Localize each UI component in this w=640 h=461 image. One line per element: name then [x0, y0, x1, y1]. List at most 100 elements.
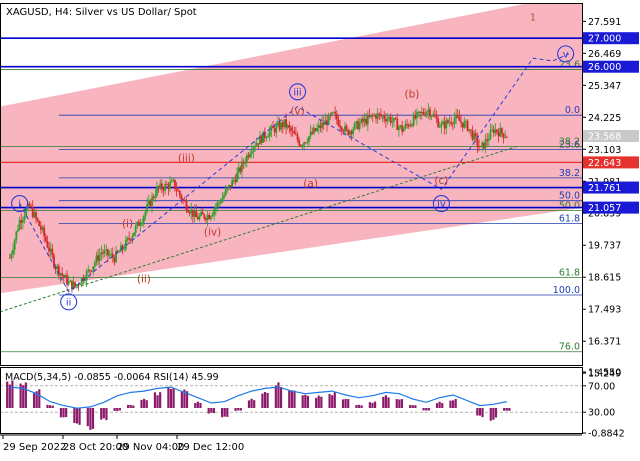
candle-body: [365, 118, 368, 125]
candle-body: [172, 179, 175, 181]
candle-body: [10, 254, 13, 258]
candle-body: [358, 122, 361, 130]
candle-body: [411, 124, 413, 126]
candle-body: [353, 123, 356, 130]
fib-label: 76.0: [559, 342, 580, 353]
candle-body: [174, 179, 176, 189]
candle-body: [216, 202, 219, 207]
candle-body: [491, 129, 493, 131]
candle-body: [156, 186, 158, 196]
candle-body: [466, 120, 469, 131]
candle-body: [38, 220, 41, 227]
macd-label: MACD(5,34,5) -0.0855 -0.0064 RSI(14) 45.…: [5, 372, 219, 383]
candle-body: [317, 125, 320, 129]
candle-body: [456, 114, 459, 118]
candle-body: [424, 114, 426, 116]
candle-body: [433, 114, 436, 117]
candle-body: [214, 206, 217, 210]
candle-body: [273, 128, 276, 133]
candle-body: [164, 183, 167, 191]
candle-body: [144, 211, 147, 216]
candle-body: [298, 139, 301, 146]
candle-body: [17, 229, 19, 232]
candle-body: [347, 129, 350, 135]
candle-body: [178, 190, 181, 196]
candle-body: [28, 203, 31, 206]
candle-body: [429, 109, 431, 117]
candle-body: [232, 179, 235, 181]
candle-body: [268, 130, 271, 137]
candle-body: [39, 226, 42, 230]
price-tick-label: 17.493: [588, 305, 621, 316]
time-tick-label: 29 Sep 2022: [3, 442, 66, 453]
candle-body: [435, 116, 438, 119]
candle-body: [265, 137, 268, 139]
candle-body: [198, 215, 201, 220]
candle-body: [415, 112, 418, 119]
candle-body: [334, 112, 337, 114]
candle-body: [139, 224, 142, 226]
fib-label: 38.2: [559, 168, 580, 179]
wave-label-red: (i): [122, 218, 133, 230]
candle-body: [469, 129, 472, 131]
candle-body: [142, 215, 145, 223]
wave-label-red: (iv): [204, 227, 221, 239]
candle-body: [432, 114, 435, 117]
wave-label-blue: v: [563, 49, 569, 60]
fib-label: 100.0: [553, 285, 580, 296]
candle-body: [12, 249, 14, 255]
candle-body: [295, 133, 297, 135]
candle-body: [89, 269, 91, 271]
candle-body: [461, 122, 464, 128]
price-tick-label: 23.103: [588, 145, 621, 156]
candle-body: [471, 130, 474, 140]
candle-body: [427, 109, 430, 113]
candle-body: [84, 280, 86, 282]
candle-body: [399, 125, 402, 127]
candle-body: [291, 131, 294, 132]
candle-body: [92, 266, 95, 272]
candle-body: [357, 121, 359, 130]
candle-body: [430, 116, 433, 118]
candle-body: [206, 214, 209, 221]
candle-body: [339, 125, 341, 128]
candle-body: [165, 183, 168, 185]
candle-body: [170, 180, 173, 183]
candle-body: [309, 131, 312, 137]
candle-body: [380, 113, 382, 117]
candle-body: [417, 111, 420, 113]
candle-body: [496, 129, 498, 133]
candle-body: [244, 162, 247, 164]
candle-body: [453, 118, 456, 124]
fib-label: 0.0: [565, 105, 580, 116]
candle-body: [46, 241, 49, 248]
candle-body: [360, 118, 363, 123]
candle-body: [146, 204, 149, 212]
price-tick-label: 25.347: [588, 81, 621, 92]
candle-body: [371, 115, 374, 117]
macd-tick-label: -0.8842: [588, 429, 625, 440]
candle-body: [129, 239, 132, 241]
candle-body: [169, 182, 171, 189]
candle-body: [41, 227, 44, 230]
candle-body: [221, 198, 224, 203]
chart-title: XAGUSD, H4: Silver vs US Dollar/ Spot: [6, 7, 197, 18]
candle-body: [33, 212, 36, 217]
candle-body: [414, 114, 417, 119]
candle-body: [187, 209, 189, 213]
candle-body: [486, 139, 489, 141]
candle-body: [69, 280, 72, 282]
candle-body: [64, 275, 67, 278]
candle-body: [301, 145, 304, 147]
candle-body: [133, 232, 135, 236]
candle-body: [384, 119, 387, 122]
candle-body: [136, 221, 139, 226]
candle-body: [51, 248, 54, 256]
candle-body: [319, 125, 322, 129]
candle-body: [502, 133, 505, 138]
candle-body: [440, 124, 443, 127]
candle-body: [252, 147, 255, 152]
candle-body: [375, 115, 377, 119]
candle-body: [98, 254, 101, 261]
candle-body: [35, 212, 37, 219]
